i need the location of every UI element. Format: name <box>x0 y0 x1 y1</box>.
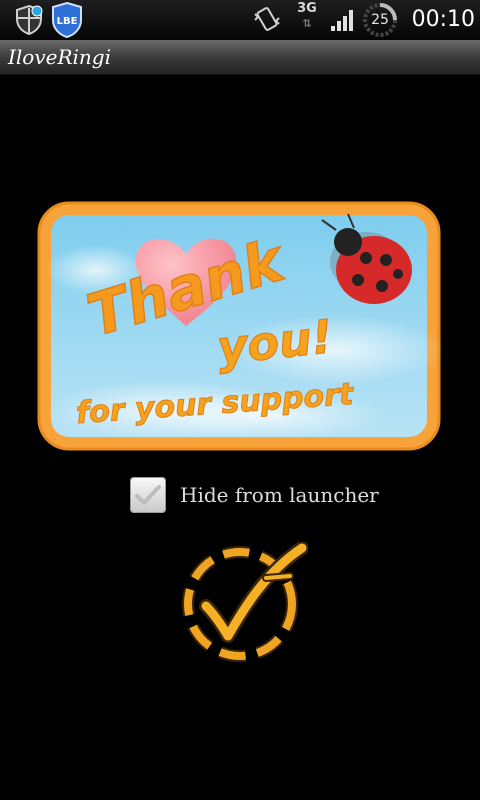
lbe-icon: LBE <box>50 1 84 39</box>
hide-from-launcher-checkbox[interactable] <box>130 477 166 513</box>
check-icon <box>135 485 161 505</box>
hide-from-launcher-label: Hide from launcher <box>180 483 379 507</box>
vibrate-icon <box>254 7 280 31</box>
battery-icon: 25 <box>362 2 398 38</box>
network-type-label: 3G <box>297 1 317 16</box>
app-title: IloveRingi <box>8 45 112 69</box>
clock: 00:10 <box>411 7 475 32</box>
title-bar: IloveRingi <box>0 40 480 75</box>
data-activity-icon: ⇅ <box>302 17 312 30</box>
network-type: 3G ⇅ <box>294 2 320 38</box>
checkmark-circle-icon[interactable] <box>178 542 308 668</box>
shield-icon <box>16 4 43 36</box>
hide-from-launcher-option[interactable]: Hide from launcher <box>130 475 390 515</box>
lbe-text: LBE <box>57 16 78 27</box>
signal-icon <box>331 10 353 31</box>
status-bar: LBE 3G ⇅ 25 00:10 <box>0 0 480 40</box>
battery-level: 25 <box>371 12 389 28</box>
thank-you-card: Thank you! for your support <box>36 200 442 452</box>
